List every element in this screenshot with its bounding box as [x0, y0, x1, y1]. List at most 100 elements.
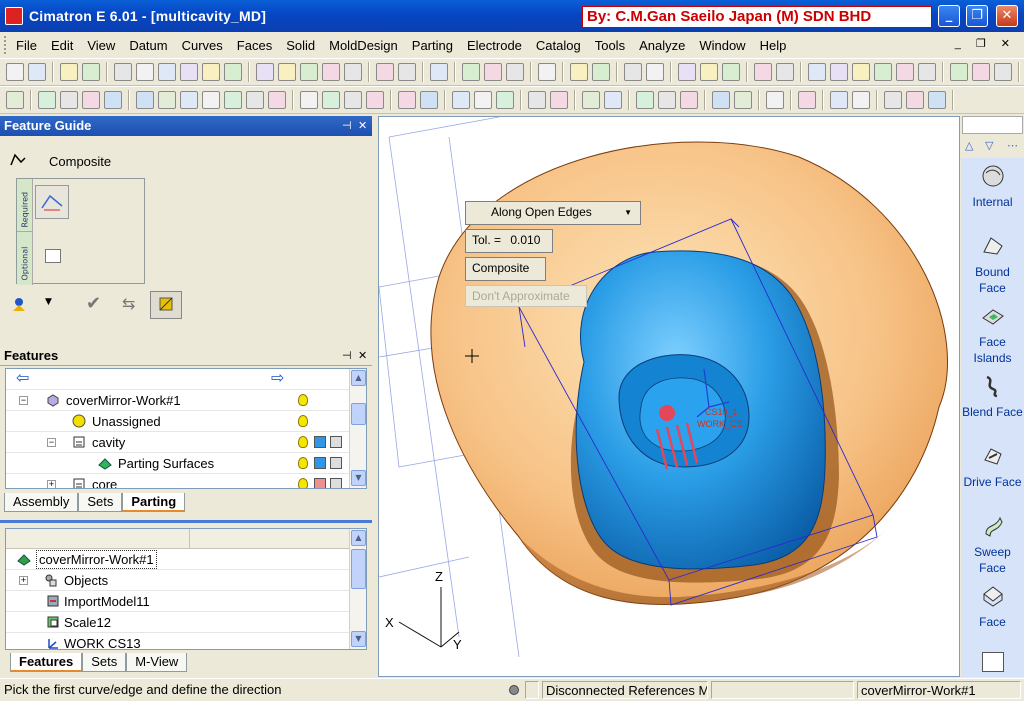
toolbar-tool-icon[interactable]: [136, 91, 154, 109]
tab-sets[interactable]: Sets: [78, 493, 123, 512]
menu-molddesign[interactable]: MoldDesign: [321, 38, 404, 53]
toolbar-tool-icon[interactable]: [972, 63, 990, 81]
toolbar-tool-icon[interactable]: [28, 63, 46, 81]
toolbar-tool-icon[interactable]: [38, 91, 56, 109]
toolbar-tool-icon[interactable]: [180, 63, 198, 81]
tolerance-field[interactable]: Tol. = 0.010: [465, 229, 553, 253]
toolbar-tool-icon[interactable]: [158, 91, 176, 109]
disconnected-references[interactable]: Disconnected References M: [542, 681, 708, 699]
expand-icon[interactable]: +: [47, 480, 56, 488]
scroll-up-icon[interactable]: △: [965, 139, 973, 152]
apply-check-icon[interactable]: ✔: [86, 293, 101, 314]
toolbar-tool-icon[interactable]: [322, 91, 340, 109]
tab-parting[interactable]: Parting: [122, 493, 186, 512]
toolbar-tool-icon[interactable]: [6, 63, 24, 81]
toolbar-tool-icon[interactable]: [398, 63, 416, 81]
toolbar-tool-icon[interactable]: [776, 63, 794, 81]
scroll-thumb[interactable]: [351, 403, 366, 425]
toolbar-tool-icon[interactable]: [344, 91, 362, 109]
menu-catalog[interactable]: Catalog: [528, 38, 587, 53]
tree-row-objects[interactable]: + Objects: [6, 570, 351, 591]
maximize-button[interactable]: ❐: [966, 5, 988, 27]
color-swatch[interactable]: [314, 457, 326, 469]
transparency-icon[interactable]: [330, 436, 342, 448]
toolbar-options-icon[interactable]: ⋯: [1007, 139, 1018, 152]
toolbar-tool-icon[interactable]: [506, 63, 524, 81]
toolbar-tool-icon[interactable]: [852, 91, 870, 109]
run-icon[interactable]: [10, 296, 28, 312]
menu-help[interactable]: Help: [752, 38, 793, 53]
menu-faces[interactable]: Faces: [229, 38, 278, 53]
toolbar-tool-icon[interactable]: [830, 63, 848, 81]
toolbar-tool-icon[interactable]: [798, 91, 816, 109]
toolbar-tool-icon[interactable]: [376, 63, 394, 81]
visibility-bulb-icon[interactable]: [298, 436, 308, 448]
back-arrow-icon[interactable]: ⇦: [16, 369, 29, 389]
visibility-bulb-icon[interactable]: [298, 415, 308, 427]
tab-features[interactable]: Features: [10, 653, 83, 672]
internal-tool[interactable]: Internal: [961, 164, 1024, 210]
tab-assembly[interactable]: Assembly: [4, 493, 79, 512]
toolbar-tool-icon[interactable]: [624, 63, 642, 81]
model-tree-scrollbar[interactable]: ▲ ▼: [349, 529, 366, 649]
toolbar-tool-icon[interactable]: [60, 63, 78, 81]
apply-continue-icon[interactable]: ⇆: [122, 294, 135, 313]
scroll-down-button[interactable]: ▼: [351, 470, 366, 486]
toolbar-tool-icon[interactable]: [766, 91, 784, 109]
menu-view[interactable]: View: [79, 38, 121, 53]
panel-splitter[interactable]: [0, 520, 372, 523]
blend-face-tool[interactable]: Blend Face: [961, 374, 1024, 420]
menu-analyze[interactable]: Analyze: [631, 38, 691, 53]
toolbar-tool-icon[interactable]: [852, 63, 870, 81]
menu-edit[interactable]: Edit: [43, 38, 79, 53]
run-dropdown-icon[interactable]: ▼: [45, 297, 52, 307]
menu-curves[interactable]: Curves: [174, 38, 229, 53]
preview-button[interactable]: [150, 291, 182, 319]
toolbar-tool-icon[interactable]: [104, 91, 122, 109]
scroll-down-button[interactable]: ▼: [351, 631, 366, 647]
toolbar-tool-icon[interactable]: [538, 63, 556, 81]
toolbar-tool-icon[interactable]: [452, 91, 470, 109]
toolbar-tool-icon[interactable]: [158, 63, 176, 81]
toolbar-tool-icon[interactable]: [722, 63, 740, 81]
close-panel-icon[interactable]: ✕: [358, 346, 367, 366]
bound-face-tool[interactable]: Bound Face: [961, 234, 1024, 296]
menu-datum[interactable]: Datum: [121, 38, 173, 53]
toolbar-tool-icon[interactable]: [570, 63, 588, 81]
visibility-bulb-icon[interactable]: [298, 457, 308, 469]
toolbar-tool-icon[interactable]: [300, 63, 318, 81]
tree-row-core[interactable]: + core: [6, 474, 351, 488]
toolbar-tool-icon[interactable]: [528, 91, 546, 109]
toolbar-tool-icon[interactable]: [344, 63, 362, 81]
drive-face-tool[interactable]: Drive Face: [961, 444, 1024, 490]
toolbar-tool-icon[interactable]: [808, 63, 826, 81]
toolbar-tool-icon[interactable]: [928, 91, 946, 109]
forward-arrow-icon[interactable]: ⇨: [271, 369, 284, 389]
menu-solid[interactable]: Solid: [278, 38, 321, 53]
toolbar-tool-icon[interactable]: [604, 91, 622, 109]
toolbar-tool-icon[interactable]: [224, 91, 242, 109]
transparency-icon[interactable]: [330, 457, 342, 469]
toolbar-tool-icon[interactable]: [680, 91, 698, 109]
tree-row-covermirror[interactable]: − coverMirror-Work#1: [6, 390, 351, 411]
toolbar-tool-icon[interactable]: [994, 63, 1012, 81]
toolbar-tool-icon[interactable]: [484, 63, 502, 81]
menu-electrode[interactable]: Electrode: [459, 38, 528, 53]
tab-m-view[interactable]: M-View: [126, 653, 188, 672]
toolbar-tool-icon[interactable]: [830, 91, 848, 109]
toolbar-tool-icon[interactable]: [884, 91, 902, 109]
toolbar-tool-icon[interactable]: [60, 91, 78, 109]
scroll-up-button[interactable]: ▲: [351, 370, 366, 386]
toolbar-tool-icon[interactable]: [700, 63, 718, 81]
toolbar-tool-icon[interactable]: [754, 63, 772, 81]
toolbar-tool-icon[interactable]: [950, 63, 968, 81]
toolbar-tool-icon[interactable]: [224, 63, 242, 81]
toolbar-tool-icon[interactable]: [582, 91, 600, 109]
toolbar-tool-icon[interactable]: [114, 63, 132, 81]
menu-parting[interactable]: Parting: [404, 38, 459, 53]
toolbar-tool-icon[interactable]: [202, 63, 220, 81]
tree-row-parting-surfaces[interactable]: Parting Surfaces: [6, 453, 351, 474]
close-button[interactable]: ✕: [996, 5, 1018, 27]
color-swatch[interactable]: [314, 478, 326, 488]
mdi-controls[interactable]: _ ❐ ✕: [955, 37, 1016, 50]
